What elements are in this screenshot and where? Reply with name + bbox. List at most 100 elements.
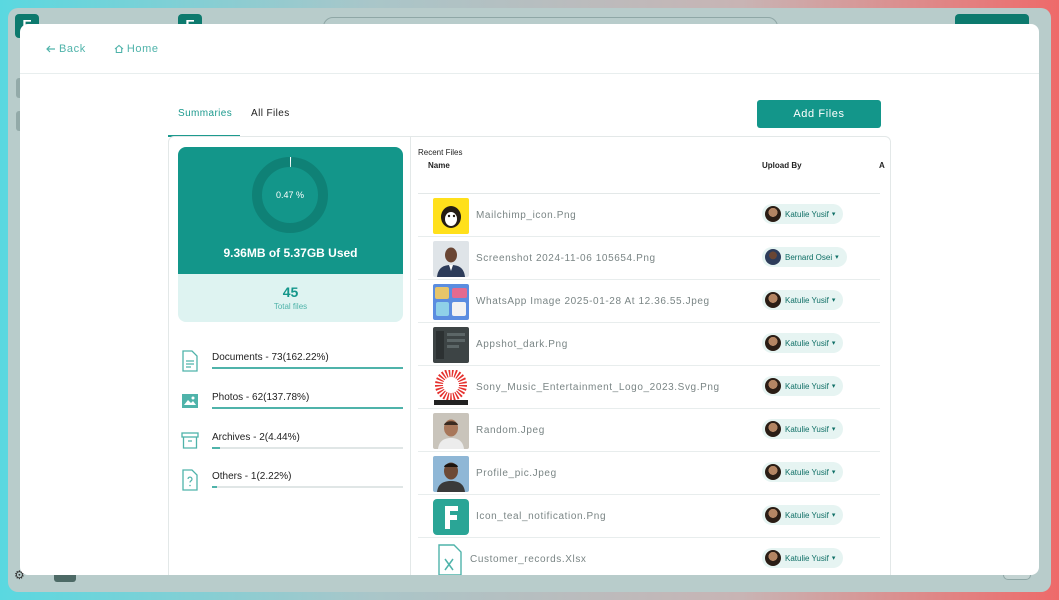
uploader-chip[interactable]: Katulie Yusif ▾ — [762, 376, 844, 396]
column-header-truncated: A — [879, 161, 885, 170]
add-files-button[interactable]: Add Files — [757, 100, 881, 128]
file-name: Random.Jpeg — [476, 425, 545, 436]
teal-logo-thumbnail — [433, 499, 469, 535]
profile-thumbnail — [433, 456, 469, 492]
chevron-down-icon: ▾ — [831, 383, 836, 390]
chevron-down-icon: ▾ — [831, 211, 836, 218]
home-label: Home — [126, 42, 159, 55]
category-others[interactable]: Others - 1(2.22%) — [181, 469, 403, 495]
storage-summary: 0.47 % 9.36MB of 5.37GB Used 45 Total fi… — [169, 137, 411, 575]
table-row[interactable]: Customer_records.Xlsx Katulie Yusif ▾ — [418, 538, 880, 575]
total-files-label: Total files — [273, 302, 308, 311]
category-bar — [212, 367, 403, 369]
chevron-down-icon: ▾ — [835, 254, 839, 261]
uploader-chip[interactable]: Katulie Yusif ▾ — [762, 290, 844, 310]
uploader-name: Katulie Yusif — [785, 338, 829, 348]
chevron-down-icon: ▾ — [831, 426, 836, 433]
table-row[interactable]: WhatsApp Image 2025-01-28 At 12.36.55.Jp… — [418, 280, 880, 323]
category-bar — [212, 407, 403, 409]
recent-files-title: Recent Files — [418, 148, 463, 157]
collage-thumbnail — [433, 284, 469, 320]
avatar — [765, 206, 781, 222]
back-link[interactable]: Back — [46, 43, 86, 55]
unknown-file-icon — [182, 469, 198, 491]
category-bar — [212, 486, 403, 488]
uploader-name: Katulie Yusif — [785, 510, 829, 520]
uploader-chip[interactable]: Katulie Yusif ▾ — [762, 419, 844, 439]
category-label: Documents - 73(162.22%) — [212, 352, 329, 363]
avatar — [765, 421, 781, 437]
table-row[interactable]: Profile_pic.Jpeg Katulie Yusif ▾ — [418, 452, 880, 495]
uploader-name: Katulie Yusif — [785, 424, 829, 434]
photo-thumbnail — [433, 413, 469, 449]
avatar — [765, 507, 781, 523]
file-name: Appshot_dark.Png — [476, 339, 568, 350]
tabs-bar: Summaries All Files Add Files — [168, 100, 891, 137]
uploader-chip[interactable]: Katulie Yusif ▾ — [762, 548, 844, 568]
files-modal: Back Home Summaries All Files Add Files … — [20, 24, 1039, 575]
uploader-chip[interactable]: Katulie Yusif ▾ — [762, 505, 844, 525]
category-bar-fill — [212, 407, 403, 409]
table-row[interactable]: Screenshot 2024-11-06 105654.Png Bernard… — [418, 237, 880, 280]
category-archives[interactable]: Archives - 2(4.44%) — [181, 430, 403, 456]
modal-header: Back Home — [20, 24, 1039, 74]
category-bar-fill — [212, 367, 403, 369]
total-files-count: 45 — [282, 284, 299, 300]
table-row[interactable]: Random.Jpeg Katulie Yusif ▾ — [418, 409, 880, 452]
dark-app-thumbnail — [433, 327, 469, 363]
chevron-down-icon: ▾ — [831, 297, 836, 304]
file-name: Icon_teal_notification.Png — [476, 511, 607, 522]
arrow-left-icon — [46, 45, 55, 52]
uploader-chip[interactable]: Katulie Yusif ▾ — [762, 204, 844, 224]
file-name: Profile_pic.Jpeg — [476, 468, 557, 479]
archive-icon — [181, 432, 199, 449]
category-photos[interactable]: Photos - 62(137.78%) — [181, 390, 403, 416]
summary-panel: 0.47 % 9.36MB of 5.37GB Used 45 Total fi… — [168, 136, 891, 575]
total-files-box: 45 Total files — [178, 274, 403, 322]
file-name: Mailchimp_icon.Png — [476, 210, 577, 221]
storage-percent: 0.47 % — [275, 190, 305, 200]
category-label: Others - 1(2.22%) — [212, 471, 292, 482]
uploader-chip[interactable]: Katulie Yusif ▾ — [762, 462, 844, 482]
uploader-chip[interactable]: Katulie Yusif ▾ — [762, 333, 844, 353]
portrait-thumbnail — [433, 241, 469, 277]
category-bar — [212, 447, 403, 449]
tab-summaries[interactable]: Summaries — [178, 108, 232, 119]
chevron-down-icon: ▾ — [831, 469, 836, 476]
storage-used-label: 9.36MB of 5.37GB Used — [223, 246, 358, 260]
avatar — [765, 292, 781, 308]
table-row[interactable]: Icon_teal_notification.Png Katulie Yusif… — [418, 495, 880, 538]
table-row[interactable]: Sony_Music_Entertainment_Logo_2023.Svg.P… — [418, 366, 880, 409]
back-label: Back — [59, 42, 86, 55]
file-name: Sony_Music_Entertainment_Logo_2023.Svg.P… — [476, 382, 720, 393]
chevron-down-icon: ▾ — [831, 555, 836, 562]
category-documents[interactable]: Documents - 73(162.22%) — [181, 350, 403, 376]
tab-all-files[interactable]: All Files — [251, 108, 290, 119]
avatar — [765, 550, 781, 566]
avatar — [765, 464, 781, 480]
column-header-upload-by[interactable]: Upload By — [762, 161, 802, 170]
category-label: Archives - 2(4.44%) — [212, 432, 300, 443]
uploader-name: Katulie Yusif — [785, 467, 829, 477]
table-row[interactable]: Mailchimp_icon.Png Katulie Yusif ▾ — [418, 194, 880, 237]
home-icon — [114, 44, 124, 53]
uploader-name: Katulie Yusif — [785, 553, 829, 563]
sony-logo-thumbnail — [433, 370, 469, 406]
uploader-name: Katulie Yusif — [785, 295, 829, 305]
storage-card: 0.47 % 9.36MB of 5.37GB Used 45 Total fi… — [178, 147, 403, 322]
document-icon — [182, 350, 198, 372]
storage-usage: 0.47 % 9.36MB of 5.37GB Used — [178, 147, 403, 274]
uploader-name: Bernard Osei — [785, 252, 833, 262]
file-name: WhatsApp Image 2025-01-28 At 12.36.55.Jp… — [476, 296, 710, 307]
uploader-chip[interactable]: Bernard Osei ▾ — [762, 247, 847, 267]
column-header-name[interactable]: Name — [428, 161, 450, 170]
recent-files: Recent Files Name Upload By A Mailchimp_… — [411, 137, 890, 575]
uploader-name: Katulie Yusif — [785, 209, 829, 219]
table-row[interactable]: Appshot_dark.Png Katulie Yusif ▾ — [418, 323, 880, 366]
avatar — [765, 378, 781, 394]
home-link[interactable]: Home — [114, 43, 159, 55]
avatar — [765, 249, 781, 265]
category-bar-fill — [212, 447, 221, 449]
category-bar-fill — [212, 486, 217, 488]
uploader-name: Katulie Yusif — [785, 381, 829, 391]
